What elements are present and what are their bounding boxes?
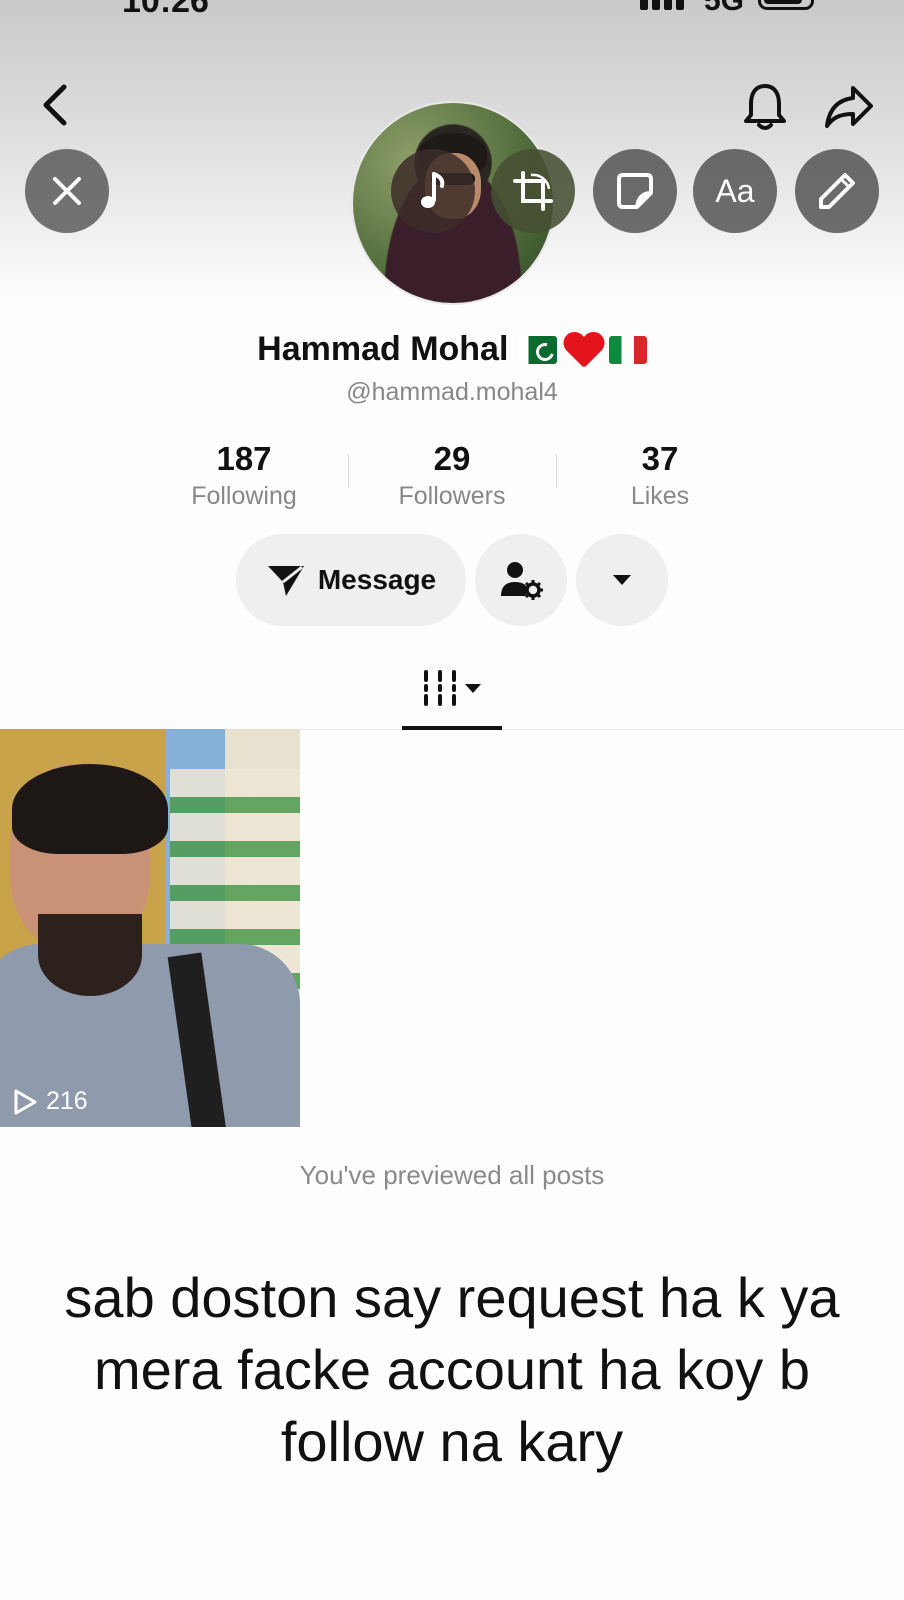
red-heart-icon bbox=[563, 331, 603, 369]
italy-flag-icon bbox=[608, 335, 647, 364]
close-editor-button[interactable] bbox=[25, 149, 109, 233]
network-label: 5G bbox=[704, 0, 745, 17]
name-emojis bbox=[518, 331, 647, 369]
bell-icon bbox=[744, 84, 786, 130]
profile-stats: 187 Following 29 Followers 37 Likes bbox=[140, 440, 764, 510]
music-note-icon bbox=[421, 172, 445, 208]
text-tool-label: Aa bbox=[715, 172, 755, 209]
profile-name: Hammad Mohal bbox=[257, 330, 509, 368]
add-music-button[interactable] bbox=[391, 149, 475, 233]
message-button[interactable]: Message bbox=[236, 534, 466, 626]
stat-number: 29 bbox=[433, 440, 471, 477]
tab-videos[interactable] bbox=[402, 650, 502, 726]
share-arrow-icon bbox=[825, 86, 873, 128]
sticker-icon bbox=[617, 173, 653, 209]
view-count-value: 216 bbox=[46, 1087, 88, 1115]
content-tabs bbox=[0, 650, 904, 730]
play-icon bbox=[14, 1089, 37, 1114]
message-label: Message bbox=[317, 564, 437, 595]
stat-following[interactable]: 187 Following bbox=[140, 440, 348, 510]
stat-number: 187 bbox=[216, 440, 272, 477]
chevron-left-icon bbox=[43, 84, 67, 126]
tab-active-indicator bbox=[402, 726, 502, 730]
video-thumbnail[interactable]: 216 bbox=[0, 729, 300, 1127]
crop-button[interactable] bbox=[491, 149, 575, 233]
stat-followers[interactable]: 29 Followers bbox=[348, 440, 556, 510]
end-of-posts-note: You've previewed all posts bbox=[299, 1160, 605, 1190]
user-gear-icon bbox=[501, 562, 543, 600]
send-icon bbox=[267, 565, 304, 596]
pakistan-flag-icon bbox=[518, 335, 557, 364]
stat-label: Likes bbox=[630, 482, 690, 510]
battery-icon bbox=[758, 0, 814, 10]
stat-likes[interactable]: 37 Likes bbox=[556, 440, 764, 510]
text-tool-button[interactable]: Aa bbox=[693, 149, 777, 233]
sticker-button[interactable] bbox=[593, 149, 677, 233]
stat-label: Following bbox=[191, 482, 297, 510]
overlay-caption: sab doston say request ha k ya mera fack… bbox=[64, 1266, 840, 1473]
notification-button[interactable] bbox=[738, 80, 792, 134]
caret-down-icon bbox=[613, 575, 631, 585]
back-button[interactable] bbox=[30, 80, 80, 130]
profile-name-row: Hammad Mohal bbox=[0, 330, 904, 369]
stat-number: 37 bbox=[641, 440, 679, 477]
signal-icon bbox=[640, 0, 690, 10]
crop-rotate-icon bbox=[513, 171, 553, 211]
more-options-button[interactable] bbox=[576, 534, 668, 626]
grid-columns-icon bbox=[424, 670, 456, 706]
pencil-icon bbox=[819, 173, 855, 209]
profile-handle: @hammad.mohal4 bbox=[346, 378, 558, 406]
share-button[interactable] bbox=[820, 80, 878, 134]
follow-settings-button[interactable] bbox=[475, 534, 567, 626]
stat-label: Followers bbox=[398, 482, 506, 510]
view-count: 216 bbox=[12, 1087, 88, 1116]
close-icon bbox=[53, 177, 81, 205]
status-time: 10:26 bbox=[122, 0, 209, 20]
caret-down-icon bbox=[465, 684, 481, 693]
draw-button[interactable] bbox=[795, 149, 879, 233]
status-bar: 10:26 5G bbox=[0, 0, 904, 20]
